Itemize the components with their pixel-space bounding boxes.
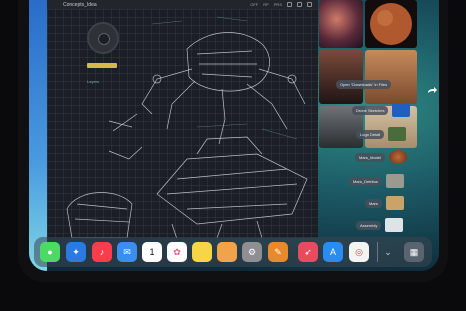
drag-item-drone-sketches[interactable]: Drone Sketches <box>352 103 411 117</box>
drag-item-thumb <box>385 196 404 210</box>
undo-icon[interactable] <box>287 2 292 7</box>
drag-item-label: Drone Sketches <box>352 105 389 115</box>
photos-grid <box>319 0 418 148</box>
dock-divider <box>377 242 378 262</box>
photo-mars[interactable] <box>365 0 417 48</box>
ipad-screen: Concepts_Idea OFF RP PRS Layers Open “Do… <box>29 0 439 271</box>
photos-icon[interactable]: ✿ <box>167 242 187 262</box>
drag-item-mars-detritus[interactable]: Mars_Detritus <box>349 174 404 188</box>
toolbar-prs[interactable]: PRS <box>274 2 282 7</box>
redo-icon[interactable] <box>297 2 302 7</box>
drag-item-label: Mars <box>365 198 382 208</box>
drag-item-mars-model[interactable]: Mars_Model <box>355 150 408 164</box>
wallpaper-edge <box>29 0 47 271</box>
layers-label[interactable]: Layers <box>87 79 99 84</box>
mail-icon[interactable]: ✉ <box>117 242 137 262</box>
open-in-files-pill: Open “Downloads” in Files <box>336 80 392 89</box>
drag-item-mars[interactable]: Mars <box>365 196 404 210</box>
drag-item-thumb <box>389 150 408 164</box>
drag-item-thumb <box>385 218 404 232</box>
drag-item-label: Logo Detail <box>356 129 385 139</box>
document-title[interactable]: Concepts_Idea <box>63 2 97 8</box>
notes-icon[interactable] <box>192 242 212 262</box>
drag-item-label: Mars_Detritus <box>349 176 382 186</box>
drag-item-thumb <box>385 174 404 188</box>
music-icon[interactable]: ♪ <box>92 242 112 262</box>
toolbar-off[interactable]: OFF <box>250 2 258 7</box>
drop-target-hint: Open “Downloads” in Files <box>336 80 392 89</box>
safari-icon[interactable]: ✦ <box>66 242 86 262</box>
drag-item-thumb <box>392 103 411 117</box>
drag-item-label: Assembly <box>356 220 382 230</box>
sketch-app-window[interactable]: Concepts_Idea OFF RP PRS Layers <box>47 0 318 240</box>
drag-item-label: Mars_Model <box>355 152 386 162</box>
files-icon[interactable] <box>217 242 237 262</box>
app-toolbar: Concepts_Idea OFF RP PRS <box>47 0 318 9</box>
current-color-swatch[interactable] <box>87 63 117 68</box>
app-store-icon[interactable]: A <box>323 242 343 262</box>
photo-nebula[interactable] <box>319 0 363 48</box>
chrome-icon[interactable]: ◎ <box>349 242 369 262</box>
color-wheel-tool[interactable] <box>87 22 119 54</box>
drag-item-thumb <box>388 127 407 141</box>
photo-canyon[interactable] <box>319 50 363 104</box>
rocket-app-icon[interactable]: ➶ <box>298 242 318 262</box>
drag-item-logo-detail[interactable]: Logo Detail <box>356 127 407 141</box>
drag-item-assembly[interactable]: Assembly <box>356 218 404 232</box>
chevron-down-icon[interactable]: ⌄ <box>381 242 395 262</box>
settings-icon[interactable]: ⚙ <box>242 242 262 262</box>
app-library-icon[interactable]: ▦ <box>404 242 424 262</box>
photo-desert[interactable] <box>365 50 417 104</box>
share-arrow-icon[interactable] <box>426 85 438 97</box>
calendar-icon[interactable]: 1 <box>142 242 162 262</box>
share-icon[interactable] <box>307 2 312 7</box>
pencil-app-icon[interactable]: ✎ <box>268 242 288 262</box>
messages-icon[interactable]: ● <box>40 242 60 262</box>
toolbar-rp[interactable]: RP <box>263 2 269 7</box>
